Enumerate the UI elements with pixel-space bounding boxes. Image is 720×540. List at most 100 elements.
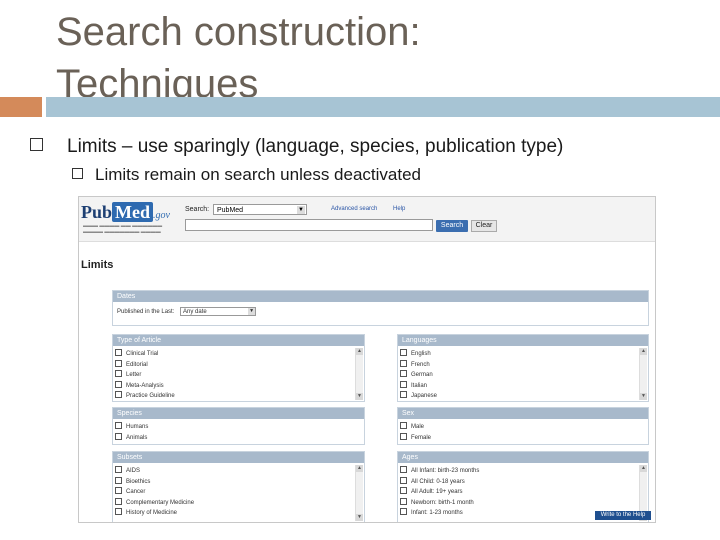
checkbox[interactable]	[400, 370, 407, 377]
pubmed-limits-screenshot: Pub Med .gov ▬▬▬ ▬▬▬▬ ▬▬ ▬▬▬▬▬▬ ▬▬▬▬ ▬▬▬▬▬▬…	[78, 196, 656, 523]
species-header: Species	[113, 408, 364, 419]
list-item[interactable]: Male	[400, 422, 636, 433]
checkbox[interactable]	[115, 487, 122, 494]
list-item[interactable]: History of Medicine	[115, 508, 352, 519]
list-item-label: Humans	[126, 424, 149, 430]
scroll-down-icon[interactable]: ▼	[356, 393, 363, 400]
scroll-up-icon[interactable]: ▲	[640, 348, 647, 355]
search-button[interactable]: Search	[436, 220, 468, 232]
advanced-search-link[interactable]: Advanced search	[331, 206, 377, 212]
list-item-label: Bioethics	[126, 478, 151, 485]
list-item[interactable]: Complementary Medicine	[115, 497, 352, 509]
subsets-header: Subsets	[113, 452, 364, 463]
list-item[interactable]: AIDS	[115, 466, 352, 477]
scroll-down-icon[interactable]: ▼	[356, 514, 363, 521]
sub-bullet-remain-text: Limits remain on search unless deactivat…	[95, 165, 421, 184]
scrollbar[interactable]: ▲▼	[355, 465, 363, 521]
bullet-square-icon	[72, 168, 83, 179]
checkbox[interactable]	[115, 349, 122, 356]
checkbox[interactable]	[400, 487, 407, 494]
checkbox[interactable]	[115, 432, 122, 440]
help-link[interactable]: Help	[393, 206, 405, 212]
list-item[interactable]: Editorial	[115, 359, 352, 371]
list-item-label: Letter	[126, 372, 142, 378]
checkbox[interactable]	[115, 508, 122, 515]
checkbox[interactable]	[115, 370, 122, 377]
list-item-label: French	[411, 361, 430, 368]
limits-heading: Limits	[81, 259, 114, 271]
languages-list: English French German Italian Japanese	[400, 349, 636, 401]
logo-pub: Pub	[81, 202, 113, 222]
list-item[interactable]: Italian	[400, 380, 636, 392]
checkbox[interactable]	[115, 497, 122, 505]
search-input[interactable]	[185, 219, 433, 231]
list-item[interactable]: Humans	[115, 422, 352, 433]
subsets-list: AIDS Bioethics Cancer Complementary Medi…	[115, 466, 352, 519]
chevron-down-icon: ▼	[297, 206, 305, 214]
scrollbar[interactable]: ▲▼	[355, 348, 363, 400]
list-item[interactable]: Letter	[115, 370, 352, 381]
checkbox[interactable]	[400, 349, 407, 356]
bullet-square-icon	[30, 138, 43, 151]
list-item-label: English	[411, 351, 431, 357]
checkbox[interactable]	[115, 391, 122, 398]
checkbox[interactable]	[400, 359, 407, 367]
list-item-label: AIDS	[126, 468, 141, 474]
feedback-button[interactable]: Write to the Help Desk	[595, 511, 651, 522]
list-item-label: German	[411, 372, 433, 378]
list-item[interactable]: English	[400, 349, 636, 360]
slide-title-line-1: Search construction:	[56, 10, 421, 54]
scroll-up-icon[interactable]: ▲	[640, 465, 647, 472]
database-select[interactable]: PubMed ▼	[213, 204, 307, 215]
checkbox[interactable]	[400, 380, 407, 388]
list-item[interactable]: Bioethics	[115, 476, 352, 488]
scrollbar[interactable]: ▲▼	[639, 348, 647, 400]
pubmed-header: Pub Med .gov ▬▬▬ ▬▬▬▬ ▬▬ ▬▬▬▬▬▬ ▬▬▬▬ ▬▬▬▬▬▬…	[79, 197, 655, 242]
scroll-down-icon[interactable]: ▼	[640, 393, 647, 400]
logo-gov: .gov	[153, 210, 170, 221]
logo-med: Med	[112, 202, 154, 222]
scroll-up-icon[interactable]: ▲	[356, 348, 363, 355]
list-item[interactable]: Cancer	[115, 487, 352, 498]
checkbox[interactable]	[115, 380, 122, 388]
ages-header: Ages	[398, 452, 648, 463]
list-item[interactable]: All Child: 0-18 years	[400, 476, 636, 488]
accent-bar-right	[46, 97, 720, 117]
list-item[interactable]: Newborn: birth-1 month	[400, 497, 636, 509]
list-item[interactable]: Clinical Trial	[115, 349, 352, 360]
list-item[interactable]: Animals	[115, 432, 352, 444]
pubmed-logo[interactable]: Pub Med .gov	[81, 202, 170, 223]
checkbox[interactable]	[115, 476, 122, 484]
checkbox[interactable]	[400, 432, 407, 440]
list-item-label: Infant: 1-23 months	[411, 510, 463, 516]
checkbox[interactable]	[400, 391, 407, 398]
list-item[interactable]: Practice Guideline	[115, 391, 352, 401]
checkbox[interactable]	[400, 476, 407, 484]
scroll-up-icon[interactable]: ▲	[356, 465, 363, 472]
list-item[interactable]: Female	[400, 432, 636, 444]
bullet-limits: Limits – use sparingly (language, specie…	[30, 136, 563, 158]
checkbox[interactable]	[400, 508, 407, 515]
list-item[interactable]: All Adult: 19+ years	[400, 487, 636, 498]
list-item-label: All Child: 0-18 years	[411, 478, 465, 485]
accent-bar-left	[0, 97, 42, 117]
dates-select[interactable]: Any date ▼	[180, 307, 257, 316]
list-item[interactable]: Meta-Analysis	[115, 380, 352, 392]
sex-panel: Sex Male Female	[397, 407, 649, 445]
dates-label: Published in the Last:	[117, 309, 175, 316]
list-item[interactable]: Japanese	[400, 391, 636, 401]
list-item[interactable]: All Infant: birth-23 months	[400, 466, 636, 477]
checkbox[interactable]	[400, 497, 407, 505]
checkbox[interactable]	[115, 359, 122, 367]
list-item[interactable]: German	[400, 370, 636, 381]
clear-button[interactable]: Clear	[471, 220, 497, 232]
dates-select-value: Any date	[183, 309, 207, 315]
checkbox[interactable]	[115, 466, 122, 473]
list-item[interactable]: French	[400, 359, 636, 371]
languages-panel: Languages English French German Italian …	[397, 334, 649, 402]
type-of-article-panel: Type of Article Clinical Trial Editorial…	[112, 334, 365, 402]
checkbox[interactable]	[115, 422, 122, 429]
list-item-label: Editorial	[126, 361, 148, 368]
checkbox[interactable]	[400, 422, 407, 429]
checkbox[interactable]	[400, 466, 407, 473]
